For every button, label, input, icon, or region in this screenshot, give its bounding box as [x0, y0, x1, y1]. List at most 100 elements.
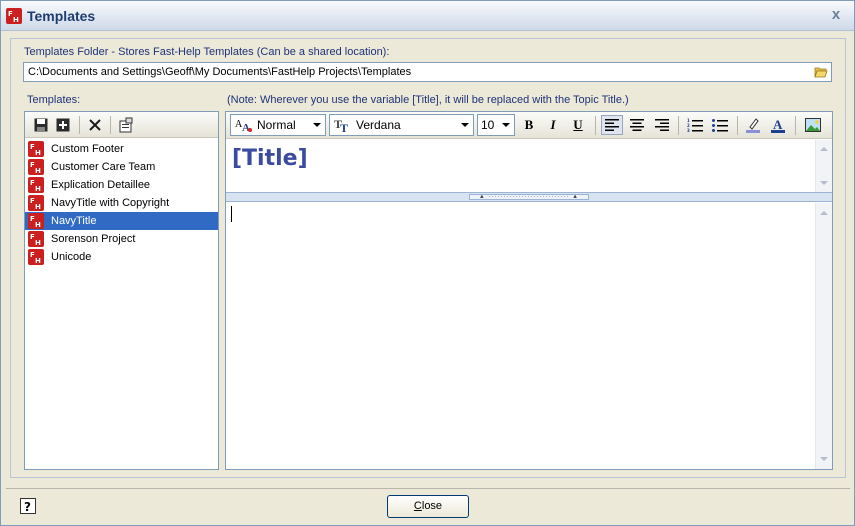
fasthelp-template-icon: FH — [28, 195, 44, 211]
help-icon[interactable]: ? — [19, 497, 37, 515]
numbered-list-icon: 1 2 3 — [687, 118, 703, 132]
bullet-list-icon — [712, 119, 728, 132]
fasthelp-template-icon: FH — [28, 213, 44, 229]
formatting-toolbar: A A Normal T T Verdana 10 B I U 1 2 3 A — [226, 112, 832, 139]
title-pane-scrollbar[interactable] — [815, 140, 832, 192]
svg-text:H: H — [35, 167, 41, 175]
window-close-button[interactable]: x — [828, 7, 844, 23]
svg-text:A: A — [773, 117, 783, 132]
insert-image-button[interactable] — [802, 115, 824, 135]
body-pane[interactable] — [226, 203, 832, 469]
svg-text:H: H — [13, 16, 19, 24]
list-item-label: Explication Detaillee — [51, 179, 151, 191]
templates-list: F H Custom Footer F H Customer Care Team F H Exp… — [25, 140, 218, 266]
align-center-button[interactable] — [626, 115, 648, 135]
font-family-select[interactable]: T T Verdana — [329, 114, 474, 136]
svg-text:?: ? — [24, 500, 31, 514]
bold-button[interactable]: B — [518, 115, 540, 135]
chevron-down-icon — [313, 123, 321, 127]
body-pane-scrollbar[interactable] — [815, 203, 832, 469]
list-item-label: NavyTitle with Copyright — [51, 197, 170, 209]
add-icon — [56, 118, 70, 132]
toolbar-separator — [110, 116, 111, 134]
list-item[interactable]: F H Unicode — [25, 248, 218, 266]
splitter-grip[interactable]: ▲ ··························· ▲ — [469, 194, 589, 200]
style-icon: A A — [235, 119, 252, 133]
svg-text:H: H — [35, 149, 41, 157]
align-left-button[interactable] — [601, 115, 623, 135]
font-size-select[interactable]: 10 — [477, 114, 515, 136]
properties-icon — [119, 117, 133, 133]
list-item-label: Sorenson Project — [51, 233, 136, 245]
fasthelp-app-icon: F H — [6, 8, 22, 24]
folder-open-icon[interactable] — [813, 64, 829, 80]
paragraph-style-select[interactable]: A A Normal — [230, 114, 326, 136]
close-button[interactable]: Close — [387, 495, 469, 518]
list-item-label: Customer Care Team — [51, 161, 156, 173]
close-label-rest: lose — [421, 500, 443, 512]
template-properties-button[interactable] — [116, 115, 136, 135]
templates-label: Templates: — [27, 94, 81, 106]
font-color-button[interactable]: A — [767, 115, 789, 135]
list-item[interactable]: F H Customer Care Team — [25, 158, 218, 176]
align-left-icon — [605, 119, 619, 131]
list-item[interactable]: F H Explication Detaillee — [25, 176, 218, 194]
chevron-down-icon — [502, 123, 510, 127]
delete-template-button[interactable] — [85, 115, 105, 135]
add-template-button[interactable] — [53, 115, 73, 135]
templates-folder-input[interactable]: C:\Documents and Settings\Geoff\My Docum… — [23, 62, 832, 82]
svg-text:H: H — [35, 203, 41, 211]
bullet-list-button[interactable] — [709, 115, 731, 135]
font-value: Verdana — [356, 118, 401, 132]
svg-text:H: H — [35, 185, 41, 193]
underline-button[interactable]: U — [567, 115, 589, 135]
fasthelp-template-icon: FH — [28, 231, 44, 247]
align-right-button[interactable] — [651, 115, 673, 135]
fasthelp-template-icon: FH — [28, 249, 44, 265]
scroll-down-arrow-icon[interactable] — [816, 451, 832, 467]
chevron-down-icon — [461, 123, 469, 127]
highlighter-icon — [746, 118, 760, 133]
folder-label: Templates Folder - Stores Fast-Help Temp… — [24, 46, 390, 58]
save-template-button[interactable] — [31, 115, 51, 135]
title-pane[interactable]: [Title] — [226, 140, 832, 192]
list-item[interactable]: F H Sorenson Project — [25, 230, 218, 248]
templates-toolbar — [25, 112, 218, 138]
italic-button[interactable]: I — [542, 115, 564, 135]
title-bar: F H Templates x — [1, 1, 854, 31]
title-variable-text[interactable]: [Title] — [232, 146, 308, 171]
toolbar-separator — [79, 116, 80, 134]
picture-icon — [805, 118, 821, 132]
svg-text:H: H — [35, 257, 41, 265]
list-item-label: Unicode — [51, 251, 92, 263]
toolbar-separator — [737, 116, 738, 135]
svg-text:H: H — [35, 239, 41, 247]
scroll-up-arrow-icon[interactable] — [816, 205, 832, 221]
list-item-label: NavyTitle — [51, 215, 97, 227]
list-item[interactable]: F H NavyTitle — [25, 212, 218, 230]
pane-splitter[interactable]: ▲ ··························· ▲ — [226, 192, 832, 202]
delete-icon — [89, 119, 101, 131]
font-color-icon: A — [771, 117, 785, 133]
templates-dialog: F H Templates x Templates Folder - Store… — [0, 0, 855, 526]
fasthelp-template-icon: FH — [28, 141, 44, 157]
align-right-icon — [655, 119, 669, 131]
style-value: Normal — [257, 118, 296, 132]
fasthelp-template-icon: FH — [28, 177, 44, 193]
list-item[interactable]: F H NavyTitle with Copyright — [25, 194, 218, 212]
save-icon — [34, 118, 48, 132]
window-title: Templates — [27, 8, 96, 24]
truetype-font-icon: T T — [334, 117, 348, 133]
text-caret — [231, 206, 232, 222]
scroll-down-arrow-icon[interactable] — [816, 175, 832, 191]
toolbar-separator — [678, 116, 679, 135]
close-mnemonic: C — [413, 500, 422, 512]
list-item-label: Custom Footer — [51, 143, 124, 155]
scroll-up-arrow-icon[interactable] — [816, 141, 832, 157]
highlight-color-button[interactable] — [742, 115, 764, 135]
fasthelp-template-icon: FH — [28, 159, 44, 175]
list-item[interactable]: F H Custom Footer — [25, 140, 218, 158]
template-editor: A A Normal T T Verdana 10 B I U 1 2 3 A … — [225, 111, 833, 470]
svg-text:3: 3 — [687, 128, 690, 132]
numbered-list-button[interactable]: 1 2 3 — [684, 115, 706, 135]
